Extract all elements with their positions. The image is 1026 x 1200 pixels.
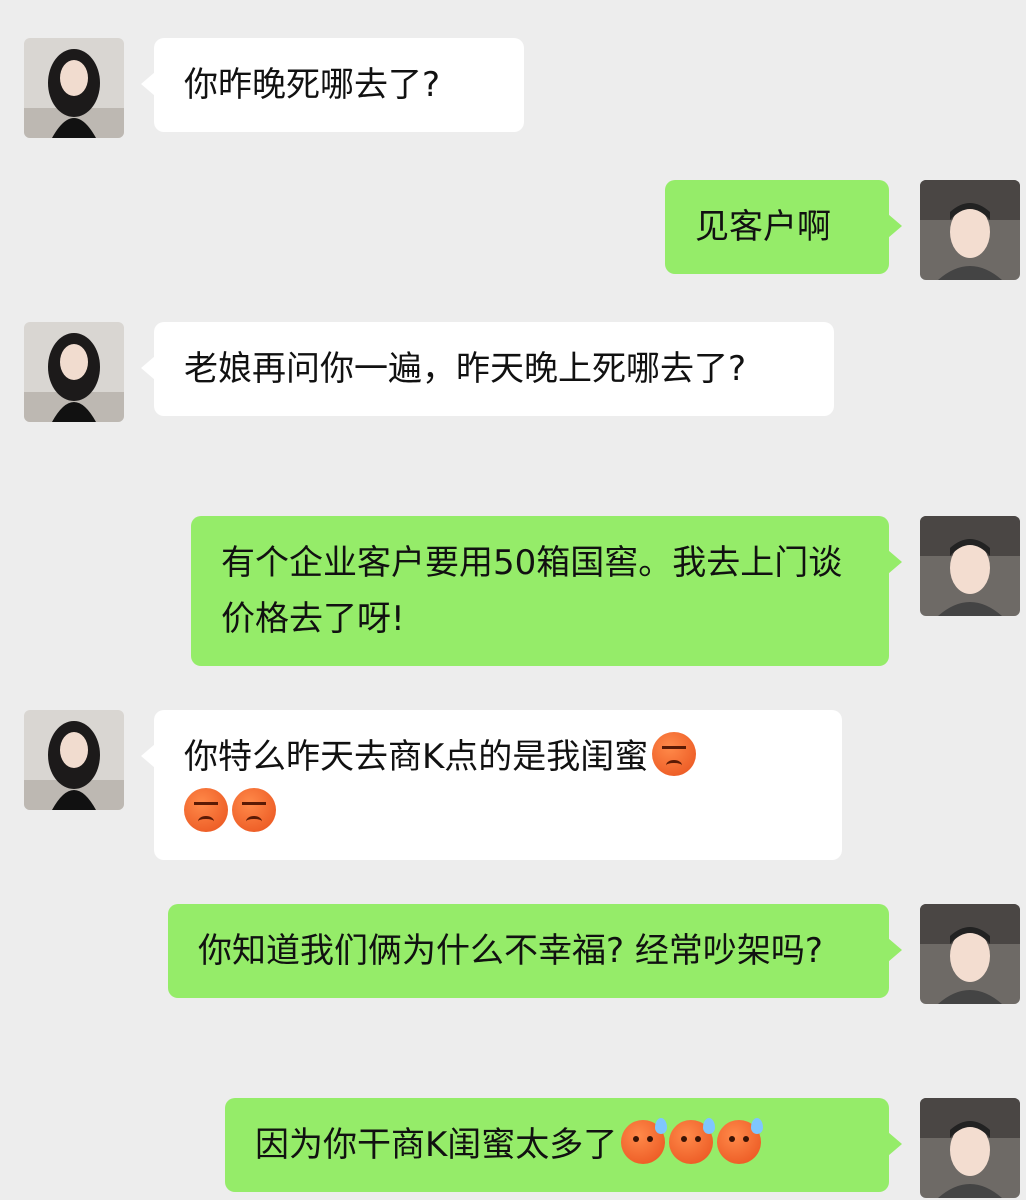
message-bubble-outgoing[interactable]: 见客户啊: [665, 180, 902, 274]
message-bubble-incoming[interactable]: 你昨晚死哪去了?: [141, 38, 524, 132]
message-bubble-incoming[interactable]: 你特么昨天去商K点的是我闺蜜: [141, 710, 842, 860]
angry-face-emoji: [652, 732, 697, 776]
message-text: 你特么昨天去商K点的是我闺蜜: [184, 737, 649, 777]
sweat-face-emoji: [669, 1118, 716, 1164]
message-text: 你知道我们俩为什么不幸福? 经常吵架吗?: [198, 931, 823, 971]
angry-face-emoji: [184, 788, 228, 832]
message-text: 有个企业客户要用50箱国窖。我去上门谈价格去了呀!: [221, 543, 843, 639]
sweat-face-emoji: [621, 1118, 668, 1164]
message-text: 你昨晚死哪去了?: [184, 65, 441, 105]
male-avatar[interactable]: [920, 904, 1020, 1004]
male-avatar[interactable]: [920, 1098, 1020, 1198]
angry-face-emoji: [232, 788, 276, 832]
message-bubble-incoming[interactable]: 老娘再问你一遍，昨天晚上死哪去了?: [141, 322, 834, 416]
female-avatar[interactable]: [24, 38, 124, 138]
message-bubble-outgoing[interactable]: 你知道我们俩为什么不幸福? 经常吵架吗?: [168, 904, 902, 998]
message-text: 见客户啊: [695, 207, 831, 247]
message-text: 因为你干商K闺蜜太多了: [255, 1125, 618, 1165]
female-avatar[interactable]: [24, 322, 124, 422]
female-avatar[interactable]: [24, 710, 124, 810]
message-bubble-outgoing[interactable]: 因为你干商K闺蜜太多了: [225, 1098, 902, 1192]
message-text: 老娘再问你一遍，昨天晚上死哪去了?: [184, 349, 747, 389]
male-avatar[interactable]: [920, 180, 1020, 280]
sweat-face-emoji: [717, 1118, 764, 1164]
male-avatar[interactable]: [920, 516, 1020, 616]
message-bubble-outgoing[interactable]: 有个企业客户要用50箱国窖。我去上门谈价格去了呀!: [191, 516, 902, 666]
